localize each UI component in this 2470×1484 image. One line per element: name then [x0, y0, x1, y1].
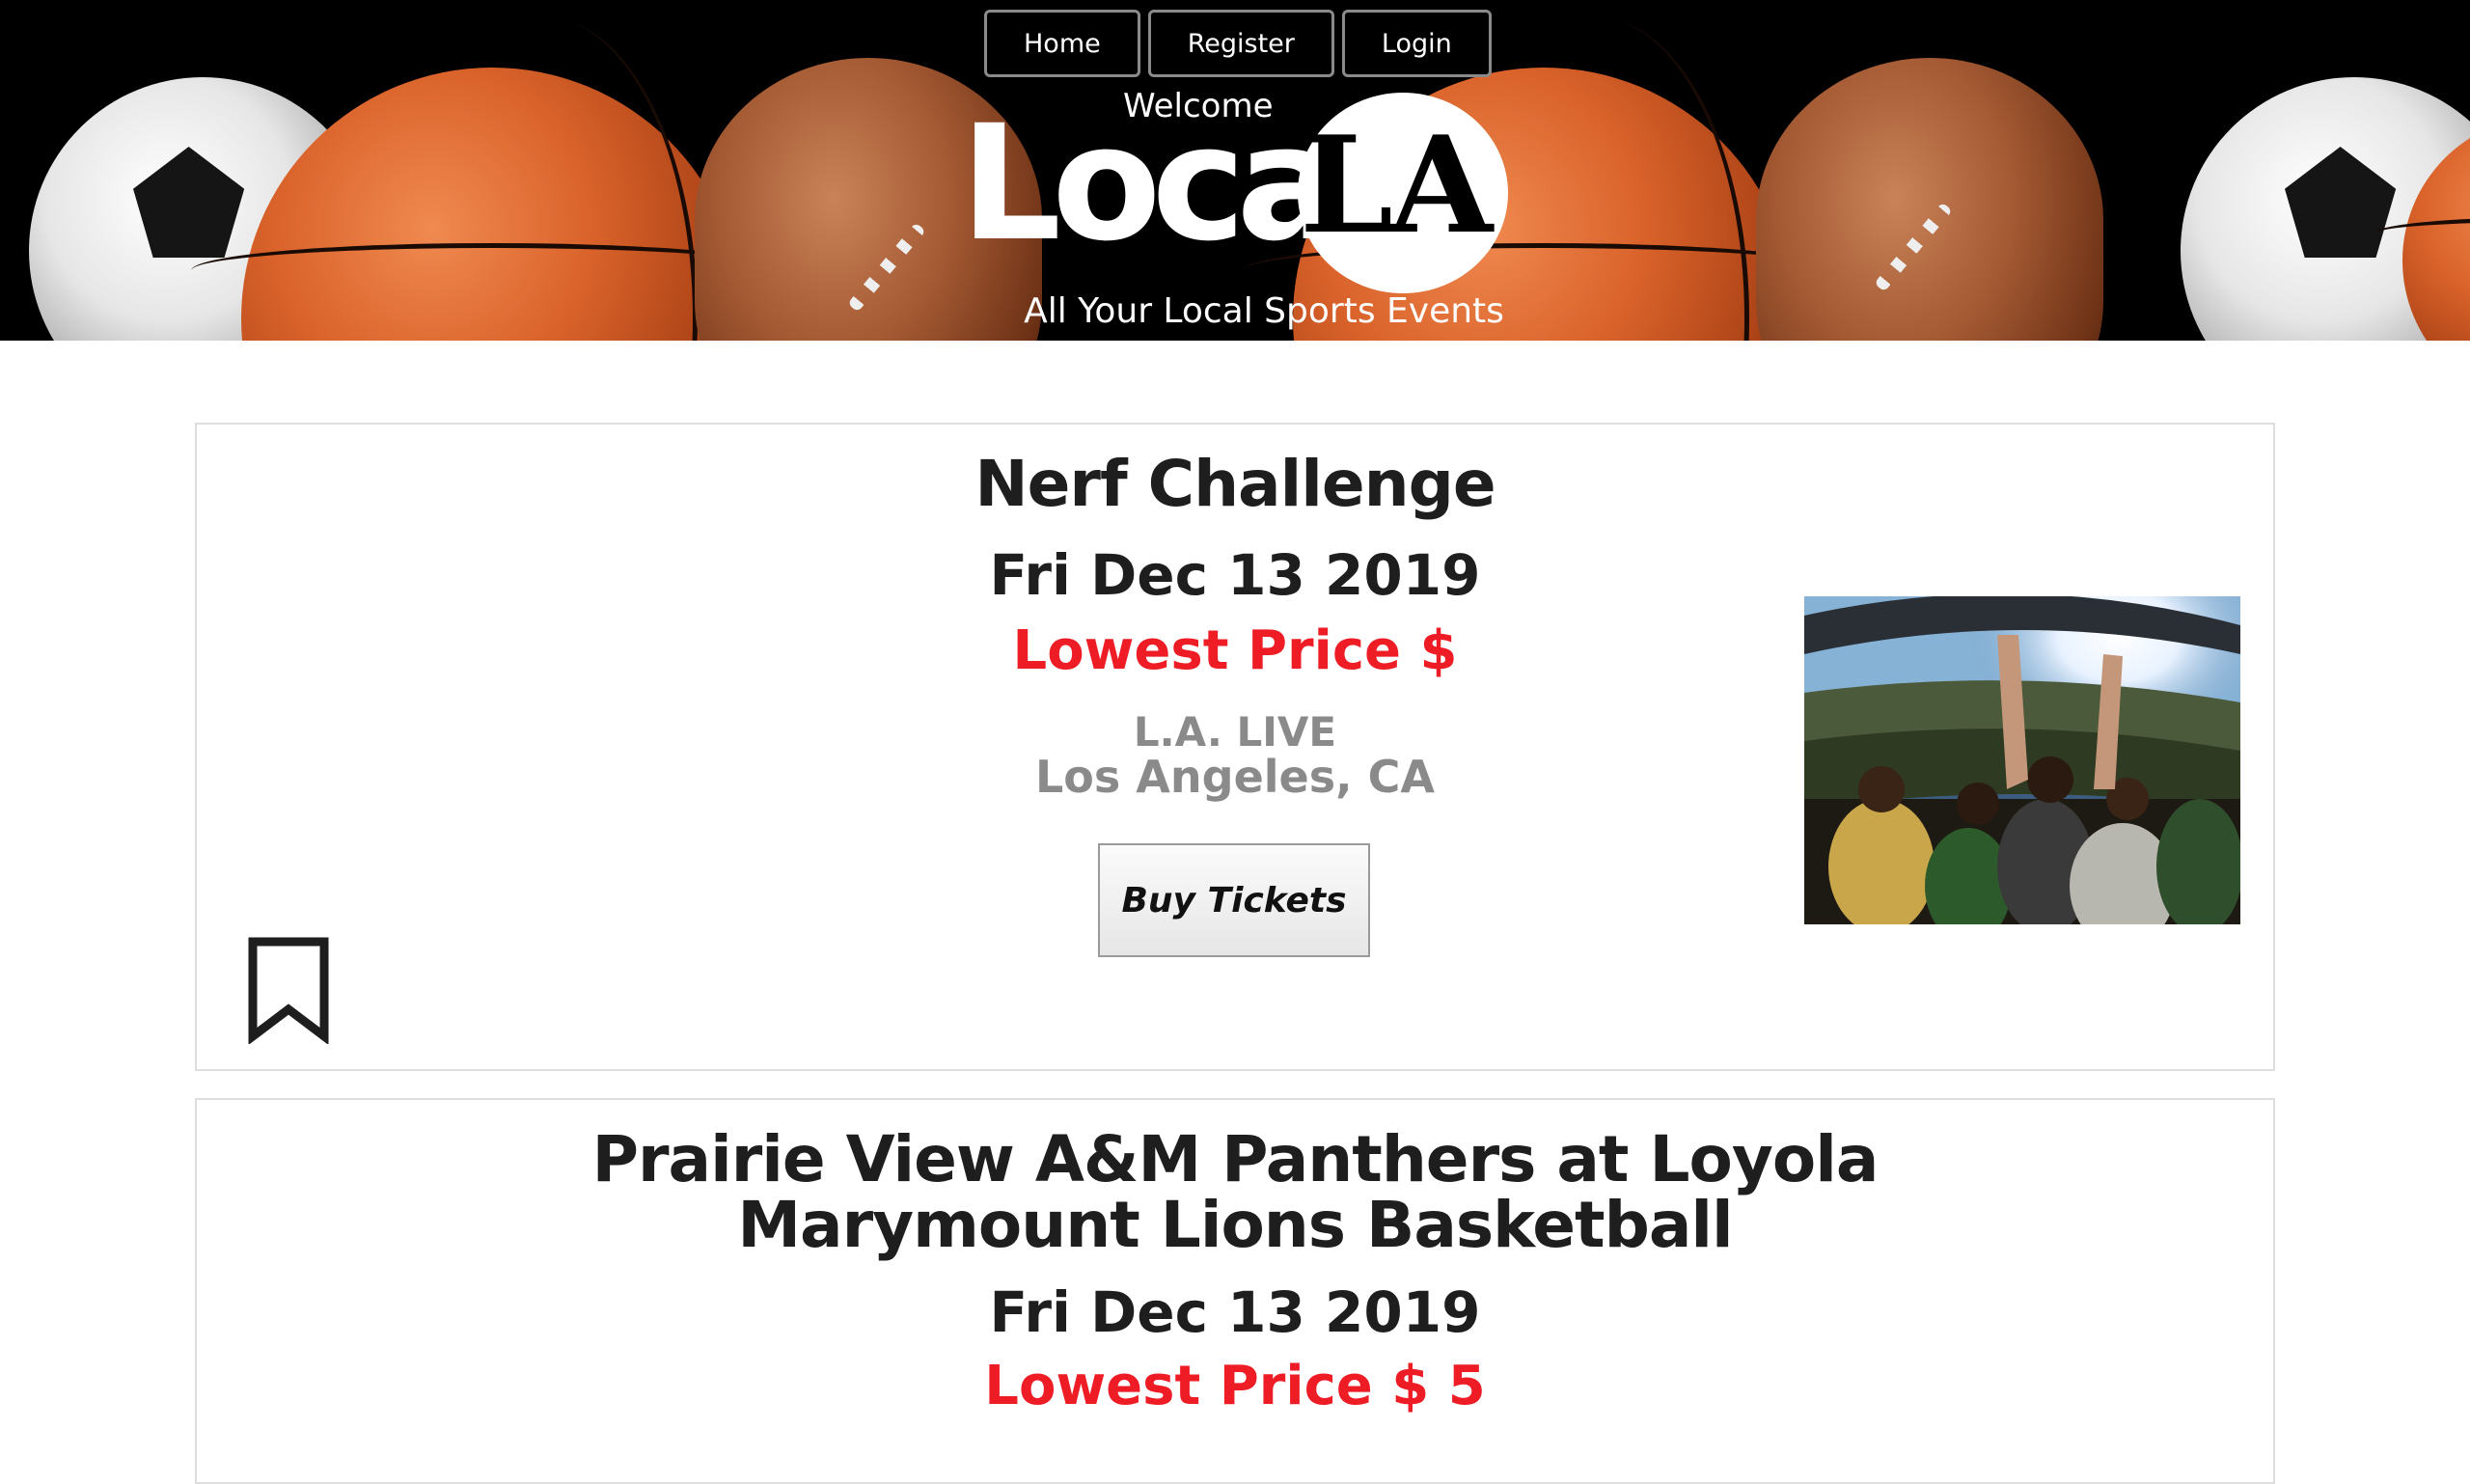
event-title-line: Prairie View A&M Panthers at Loyola [591, 1122, 1880, 1196]
nav-home-button[interactable]: Home [984, 10, 1140, 77]
event-date: Fri Dec 13 2019 [989, 1279, 1481, 1345]
bookmark-icon[interactable] [247, 936, 330, 1044]
nav-register-button[interactable]: Register [1147, 10, 1334, 77]
event-card: Prairie View A&M Panthers at Loyola Mary… [195, 1098, 2275, 1484]
nav-login-button[interactable]: Login [1341, 10, 1492, 77]
event-lowest-price: Lowest Price $ 5 [984, 1355, 1486, 1417]
event-title-line: Marymount Lions Basketball [737, 1188, 1733, 1262]
logo-text-la: LA [1300, 106, 1493, 263]
event-photo[interactable] [1804, 596, 2240, 924]
hero-banner: Home Register Login Welcome Loca LA All … [0, 0, 2470, 341]
stadium-crowd-photo-icon [1804, 596, 2240, 924]
event-title[interactable]: Nerf Challenge [197, 452, 2273, 517]
tagline: All Your Local Sports Events [1024, 291, 1504, 331]
event-card: Nerf Challenge Fri Dec 13 2019 Lowest Pr… [195, 423, 2275, 1071]
top-nav: Home Register Login [984, 10, 1492, 77]
event-title[interactable]: Prairie View A&M Panthers at Loyola Mary… [197, 1127, 2273, 1258]
buy-tickets-button[interactable]: Buy Tickets [1098, 843, 1370, 957]
welcome-text: Welcome [1123, 87, 1274, 125]
